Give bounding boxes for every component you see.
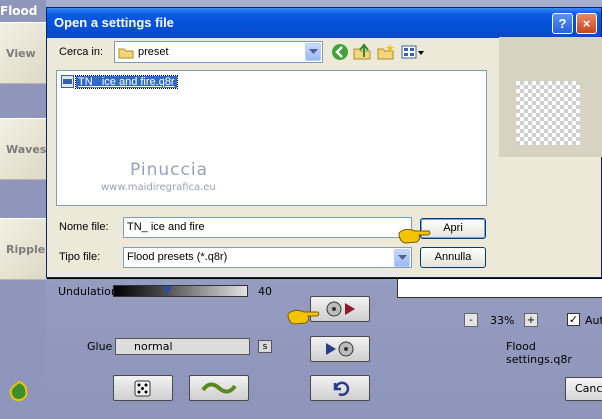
zoom-out-button[interactable]: - — [464, 313, 478, 327]
file-name: TN_ ice and fire.q8r — [75, 74, 178, 89]
zoom-in-button[interactable]: + — [524, 313, 538, 327]
tab-view[interactable]: View — [0, 22, 46, 84]
dialog-titlebar[interactable]: Open a settings file — [47, 8, 601, 38]
filename-input[interactable]: TN_ ice and fire — [123, 217, 412, 238]
auto-checkbox-label: Aut — [585, 314, 602, 327]
file-preview-panel — [499, 37, 602, 157]
undulation-value: 40 — [258, 285, 272, 298]
wave-icon — [201, 382, 237, 394]
dice-icon — [134, 380, 151, 397]
plugin-cancel-button[interactable]: Cance — [565, 377, 602, 401]
undulation-slider[interactable] — [113, 285, 248, 297]
file-list[interactable]: TN_ ice and fire.q8r Pinuccia www.maidir… — [56, 70, 487, 206]
glue-s-button[interactable]: s — [258, 340, 272, 353]
tab-waves[interactable]: Waves — [0, 118, 46, 180]
settings-file-name: Flood settings.q8r — [506, 340, 572, 366]
tab-view-label: View — [6, 46, 36, 60]
glue-label: Glue — [87, 340, 113, 353]
app-logo-icon — [9, 380, 28, 402]
folder-icon — [118, 48, 134, 58]
list-item[interactable]: TN_ ice and fire.q8r — [61, 74, 178, 89]
up-folder-icon[interactable] — [353, 43, 371, 61]
pointing-hand-icon — [287, 309, 320, 325]
glue-select[interactable]: normal — [115, 338, 250, 355]
undulation-slider-handle[interactable] — [162, 286, 172, 295]
pointing-hand-icon — [398, 228, 431, 244]
load-settings-icon — [326, 301, 355, 317]
new-folder-icon[interactable] — [377, 43, 395, 61]
filetype-value: Flood presets (*.q8r) — [127, 251, 228, 263]
filetype-label: Tipo file: — [59, 251, 101, 263]
app-title: Flood — [0, 4, 38, 18]
filetype-select[interactable]: Flood presets (*.q8r) — [123, 247, 412, 268]
auto-checkbox[interactable]: ✓ — [567, 313, 580, 326]
tab-waves-label: Waves — [6, 142, 47, 156]
undulation-label: Undulation — [58, 285, 118, 298]
zoom-value: 33% — [490, 314, 515, 327]
look-in-label: Cerca in: — [59, 46, 104, 58]
chevron-down-icon[interactable] — [394, 249, 410, 267]
dialog-title: Open a settings file — [54, 15, 174, 30]
back-icon[interactable] — [331, 43, 349, 61]
close-button[interactable]: × — [576, 13, 597, 34]
save-settings-button[interactable] — [310, 336, 370, 362]
watermark-name: Pinuccia — [130, 160, 208, 180]
tab-ripple[interactable]: Ripple — [0, 218, 46, 280]
wave-button[interactable] — [189, 375, 249, 401]
preview-thumbnail — [516, 81, 580, 145]
undo-icon — [333, 381, 350, 396]
open-settings-dialog: Open a settings file ? × Cerca in: prese… — [46, 7, 602, 278]
save-settings-icon — [326, 341, 354, 357]
look-in-value: preset — [138, 46, 169, 58]
view-menu-icon[interactable] — [401, 43, 425, 61]
filename-label: Nome file: — [59, 221, 109, 233]
help-button[interactable]: ? — [552, 13, 573, 34]
chevron-down-icon[interactable] — [305, 43, 321, 61]
preset-file-icon — [61, 75, 74, 88]
random-button[interactable] — [113, 375, 173, 401]
cancel-button[interactable]: Annulla — [420, 247, 486, 268]
look-in-dropdown[interactable]: preset — [114, 41, 323, 63]
reset-button[interactable] — [310, 375, 370, 401]
watermark-url: www.maidiregrafica.eu — [101, 182, 216, 193]
tab-ripple-label: Ripple — [6, 242, 46, 256]
